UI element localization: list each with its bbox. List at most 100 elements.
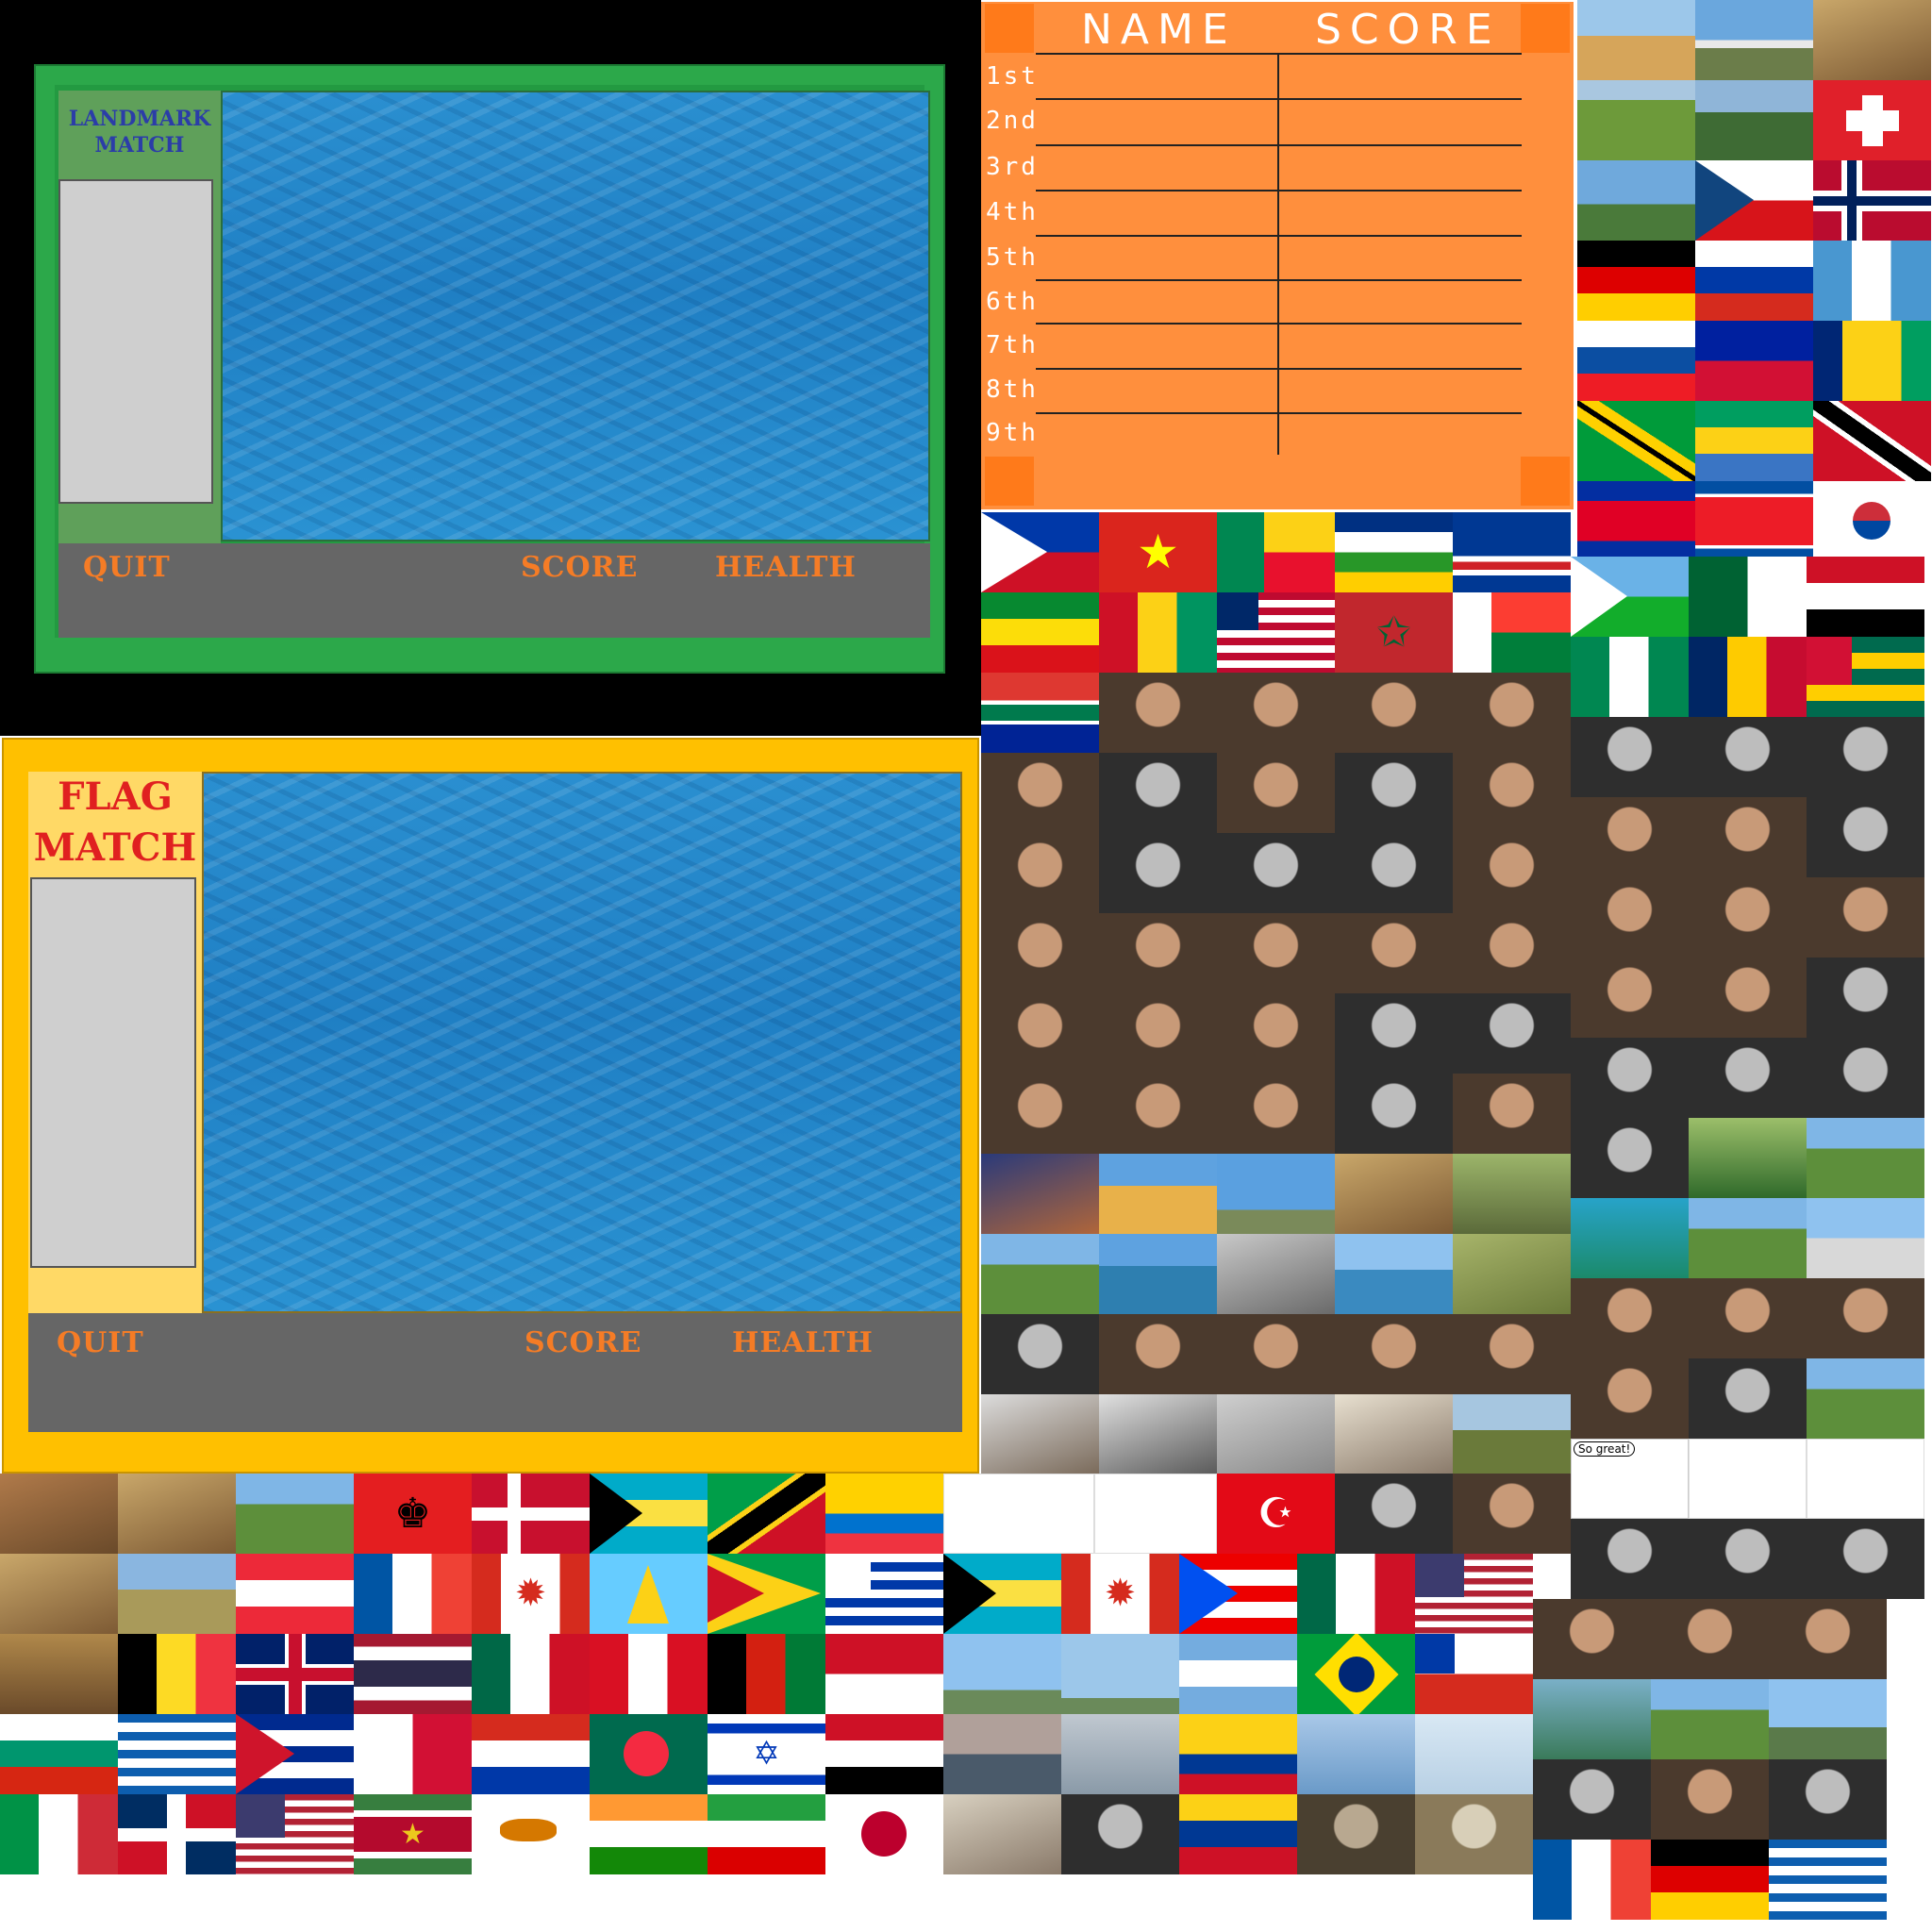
flag-nigeria-sprite	[1571, 637, 1689, 717]
portrait-sprite	[1099, 913, 1217, 993]
flag-answer-slot[interactable]	[30, 877, 196, 1268]
flag-greece-sprite	[1769, 1840, 1887, 1920]
flag-ethiopia-sprite	[981, 592, 1099, 673]
flag-egypt-sprite	[1807, 557, 1924, 637]
flag-india-sprite	[590, 1794, 708, 1874]
flag-usa-sprite	[236, 1794, 354, 1874]
flag-russia-sprite	[1695, 241, 1813, 321]
flag-title-line2: MATCH	[33, 825, 197, 870]
flag-play-area[interactable]	[202, 772, 962, 1313]
flag-canada-sprite: ✹	[1061, 1554, 1179, 1634]
flag-philippines-sprite	[981, 512, 1099, 592]
portrait-sprite	[1335, 673, 1453, 753]
portrait-sprite	[1335, 993, 1453, 1074]
portrait-sprite	[1689, 877, 1807, 958]
scoreboard-header-name: NAME	[1081, 6, 1237, 54]
landmark-play-area[interactable]	[221, 91, 930, 541]
flag-italy-sprite	[0, 1794, 118, 1874]
rift-valley-sprite	[236, 1474, 354, 1554]
flag-gabon-sprite	[1695, 401, 1813, 481]
flag-ecuador-sprite	[825, 1474, 943, 1554]
flag-suriname-sprite: ★	[354, 1794, 472, 1874]
flag-cuba-sprite	[236, 1714, 354, 1794]
portrait-sprite	[1571, 797, 1689, 877]
portrait-sprite	[1217, 753, 1335, 833]
desert-city-sprite	[0, 1554, 118, 1634]
mountain-cloud-sprite	[1577, 160, 1695, 241]
flag-score-label: SCORE	[525, 1326, 642, 1359]
row-line-7	[1036, 368, 1522, 370]
kilimanjaro-sprite	[1453, 1394, 1571, 1474]
flag-haiti-sprite	[1695, 321, 1813, 401]
flag-afghanistan-sprite	[708, 1634, 825, 1714]
landmark-answer-slot[interactable]	[58, 179, 213, 504]
flag-thailand-sprite	[354, 1634, 472, 1714]
delta-sprite	[1533, 1679, 1651, 1759]
flag-france-sprite	[354, 1554, 472, 1634]
flag-quit-button[interactable]: QUIT	[57, 1326, 144, 1359]
portrait-sprite	[981, 1074, 1099, 1154]
flag-title: FLAG MATCH	[28, 772, 202, 874]
flag-germany-sprite	[1651, 1840, 1769, 1920]
flag-health-label: HEALTH	[732, 1326, 874, 1359]
flag-czech-sprite	[1695, 160, 1813, 241]
colosseum-sprite	[1335, 1394, 1453, 1474]
golden-gate-sprite	[943, 1714, 1061, 1794]
portrait-sprite	[1533, 1599, 1651, 1679]
flag-vietnam-sprite: ★	[1099, 512, 1217, 592]
portrait-sprite	[1807, 1278, 1924, 1358]
landmark-title: LANDMARK MATCH	[58, 106, 221, 158]
flag-bangladesh-sprite	[590, 1714, 708, 1794]
angel-falls-sprite	[1651, 1679, 1769, 1759]
flag-chile-sprite	[1415, 1634, 1533, 1714]
flag-jamaica-sprite	[1577, 401, 1695, 481]
portrait-sprite	[981, 993, 1099, 1074]
portrait-sprite	[1807, 717, 1924, 797]
flag-brazil-sprite	[1297, 1634, 1415, 1714]
pyramids-sprite	[1577, 0, 1695, 80]
city-night-sprite	[981, 1154, 1099, 1234]
portrait-sprite	[1335, 1474, 1453, 1554]
rank-8: 8th	[986, 375, 1039, 404]
flag-turkey-sprite: ☪	[1217, 1474, 1335, 1554]
row-line-6	[1036, 323, 1522, 325]
scoreboard-corner-tl	[985, 4, 1034, 53]
flag-denmark-sprite	[472, 1474, 590, 1554]
flag-slovakia-sprite	[1577, 321, 1695, 401]
flag-puerto-rico-sprite	[1179, 1554, 1297, 1634]
portrait-sprite	[1217, 673, 1335, 753]
mount-rushmore-sprite	[943, 1794, 1061, 1874]
flag-france-sprite	[1533, 1840, 1651, 1920]
sketch-drawing-sprite	[943, 1474, 1094, 1554]
landmark-quit-button[interactable]: QUIT	[83, 551, 171, 584]
portrait-sprite	[1099, 993, 1217, 1074]
row-line-2	[1036, 144, 1522, 146]
sketch-drawing-sprite: So great!	[1571, 1439, 1689, 1519]
portrait-sprite	[1689, 797, 1807, 877]
flag-israel-sprite: ✡	[708, 1714, 825, 1794]
portrait-sprite	[1651, 1599, 1769, 1679]
flag-panama-sprite	[354, 1714, 472, 1794]
flag-togo-sprite	[1807, 637, 1924, 717]
flag-japan-sprite	[825, 1794, 943, 1874]
flag-guyana-sprite	[708, 1554, 825, 1634]
portrait-sprite	[1571, 1519, 1689, 1599]
row-line-3	[1036, 190, 1522, 192]
scoreboard-corner-br	[1521, 457, 1570, 506]
portrait-sprite	[1335, 913, 1453, 993]
christ-redeemer-sprite	[1769, 1679, 1887, 1759]
landmark-health-label: HEALTH	[715, 551, 857, 584]
flag-uk-sprite	[236, 1634, 354, 1714]
bay-sprite	[1807, 1358, 1924, 1439]
portrait-sprite	[1335, 1314, 1453, 1394]
flag-germany-sprite	[1577, 241, 1695, 321]
landmark-score-label: SCORE	[521, 551, 639, 584]
row-line-1	[1036, 98, 1522, 100]
portrait-sprite	[1217, 1314, 1335, 1394]
river-landscape-sprite	[1577, 80, 1695, 160]
portrait-sprite	[1099, 1074, 1217, 1154]
scoreboard-corner-tr	[1521, 4, 1570, 53]
flag-south-korea-sprite	[1813, 481, 1931, 561]
glacier-lake-sprite	[1335, 1234, 1453, 1314]
canyon-sprite	[0, 1474, 118, 1554]
